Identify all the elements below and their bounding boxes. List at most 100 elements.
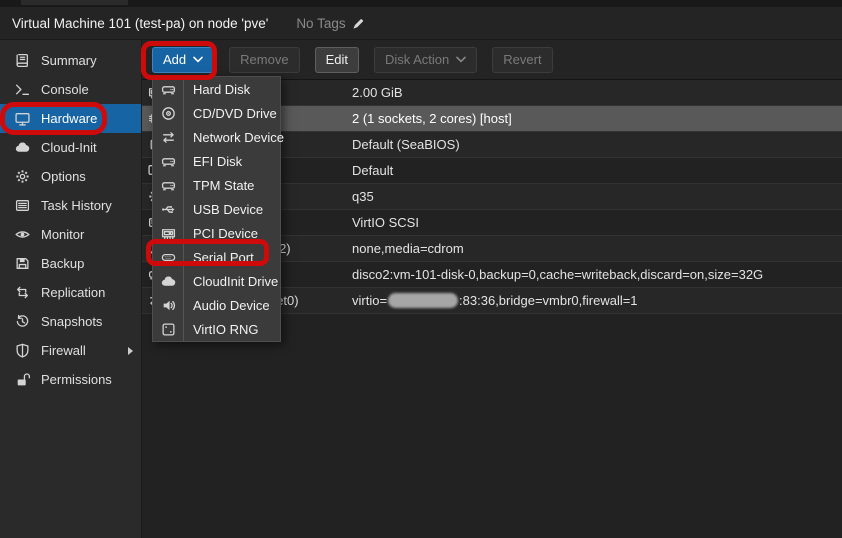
sidebar-item-monitor[interactable]: Monitor <box>0 220 141 249</box>
audio-icon <box>153 293 184 317</box>
menu-item-network-device[interactable]: Network Device <box>153 125 280 149</box>
menu-item-label: Network Device <box>184 130 284 145</box>
hdd-icon <box>153 77 184 101</box>
redacted-mac-address <box>388 293 458 308</box>
sidebar-item-cloud-init[interactable]: Cloud-Init <box>0 133 141 162</box>
sidebar-item-label: Options <box>41 169 86 184</box>
hardware-toolbar: Add Remove Edit Disk Action Revert <box>142 40 842 80</box>
device-value: q35 <box>352 184 374 209</box>
display-icon <box>14 111 31 126</box>
menu-item-tpm-state[interactable]: TPM State <box>153 173 280 197</box>
menu-item-label: Audio Device <box>184 298 270 313</box>
hdd-icon <box>153 173 184 197</box>
sidebar-item-label: Hardware <box>41 111 97 126</box>
shield-icon <box>14 343 31 358</box>
vm-title: Virtual Machine 101 (test-pa) on node 'p… <box>12 16 268 31</box>
device-value: virtio=:83:36,bridge=vmbr0,firewall=1 <box>352 288 638 313</box>
chevron-down-icon <box>456 56 466 63</box>
eye-icon <box>14 227 31 242</box>
floppy-icon <box>14 256 31 271</box>
usb-icon <box>153 197 184 221</box>
sidebar-item-label: Permissions <box>41 372 112 387</box>
sidebar-item-hardware[interactable]: Hardware <box>0 104 141 133</box>
device-value: disco2:vm-101-disk-0,backup=0,cache=writ… <box>352 262 763 287</box>
cloud-icon <box>153 269 184 293</box>
sidebar-item-console[interactable]: Console <box>0 75 141 104</box>
book-icon <box>14 53 31 68</box>
menu-item-cloudinit-drive[interactable]: CloudInit Drive <box>153 269 280 293</box>
top-tab-fragment <box>21 0 128 5</box>
tags-label: No Tags <box>296 16 345 31</box>
exchange-icon <box>153 125 184 149</box>
sidebar-item-label: Console <box>41 82 89 97</box>
sidebar-item-label: Summary <box>41 53 97 68</box>
sidebar-item-label: Cloud-Init <box>41 140 97 155</box>
menu-item-pci-device[interactable]: PCI Device <box>153 221 280 245</box>
edit-button[interactable]: Edit <box>315 47 359 73</box>
button-label: Edit <box>326 52 348 67</box>
sidebar-item-backup[interactable]: Backup <box>0 249 141 278</box>
hdd-icon <box>153 149 184 173</box>
device-value: 2 (1 sockets, 2 cores) [host] <box>352 106 512 131</box>
menu-item-label: Hard Disk <box>184 82 250 97</box>
history-icon <box>14 314 31 329</box>
disk-action-button[interactable]: Disk Action <box>374 47 477 73</box>
device-value: 2.00 GiB <box>352 80 403 105</box>
sidebar-item-label: Firewall <box>41 343 86 358</box>
menu-item-hard-disk[interactable]: Hard Disk <box>153 77 280 101</box>
sidebar-item-summary[interactable]: Summary <box>0 46 141 75</box>
sidebar-item-task-history[interactable]: Task History <box>0 191 141 220</box>
replication-icon <box>14 285 31 300</box>
sidebar-item-options[interactable]: Options <box>0 162 141 191</box>
gear-icon <box>14 169 31 184</box>
pci-icon <box>153 221 184 245</box>
menu-item-label: USB Device <box>184 202 263 217</box>
menu-item-usb-device[interactable]: USB Device <box>153 197 280 221</box>
dice-icon <box>153 317 184 341</box>
remove-button[interactable]: Remove <box>229 47 299 73</box>
device-value: Default (SeaBIOS) <box>352 132 460 157</box>
vm-header-bar: Virtual Machine 101 (test-pa) on node 'p… <box>0 7 842 40</box>
edit-tags-pencil-icon[interactable] <box>352 17 365 30</box>
sidebar-item-replication[interactable]: Replication <box>0 278 141 307</box>
terminal-icon <box>14 82 31 97</box>
submenu-arrow-icon <box>128 347 133 355</box>
menu-item-audio-device[interactable]: Audio Device <box>153 293 280 317</box>
add-button[interactable]: Add <box>152 47 214 73</box>
device-value: none,media=cdrom <box>352 236 464 261</box>
device-value: Default <box>352 158 393 183</box>
sidebar-item-permissions[interactable]: Permissions <box>0 365 141 394</box>
button-label: Revert <box>503 52 541 67</box>
button-label: Add <box>163 52 186 67</box>
sidebar-item-label: Backup <box>41 256 84 271</box>
revert-button[interactable]: Revert <box>492 47 552 73</box>
add-dropdown-menu: Hard Disk CD/DVD Drive Network Device EFI D… <box>152 76 281 342</box>
menu-item-label: TPM State <box>184 178 254 193</box>
menu-item-efi-disk[interactable]: EFI Disk <box>153 149 280 173</box>
list-icon <box>14 198 31 213</box>
menu-item-serial-port[interactable]: Serial Port <box>153 245 280 269</box>
unlock-icon <box>14 372 31 387</box>
button-label: Disk Action <box>385 52 449 67</box>
menu-item-label: CD/DVD Drive <box>184 106 277 121</box>
button-label: Remove <box>240 52 288 67</box>
serial-icon <box>153 245 184 269</box>
proxmox-window: Virtual Machine 101 (test-pa) on node 'p… <box>0 0 842 538</box>
chevron-down-icon <box>193 56 203 63</box>
menu-item-label: EFI Disk <box>184 154 242 169</box>
sidebar-item-label: Monitor <box>41 227 84 242</box>
menu-item-virtio-rng[interactable]: VirtIO RNG <box>153 317 280 341</box>
sidebar-item-label: Snapshots <box>41 314 102 329</box>
menu-item-label: CloudInit Drive <box>184 274 278 289</box>
menu-item-label: Serial Port <box>184 250 254 265</box>
top-strip <box>0 0 842 7</box>
sidebar-item-label: Replication <box>41 285 105 300</box>
sidebar-item-snapshots[interactable]: Snapshots <box>0 307 141 336</box>
main-area: Summary Console Hardware Cloud-Init Options T… <box>0 40 842 538</box>
device-value: VirtIO SCSI <box>352 210 419 235</box>
sidebar-item-label: Task History <box>41 198 112 213</box>
menu-item-cd-dvd-drive[interactable]: CD/DVD Drive <box>153 101 280 125</box>
sidebar-item-firewall[interactable]: Firewall <box>0 336 141 365</box>
cd-icon <box>153 101 184 125</box>
sidebar: Summary Console Hardware Cloud-Init Options T… <box>0 40 142 538</box>
